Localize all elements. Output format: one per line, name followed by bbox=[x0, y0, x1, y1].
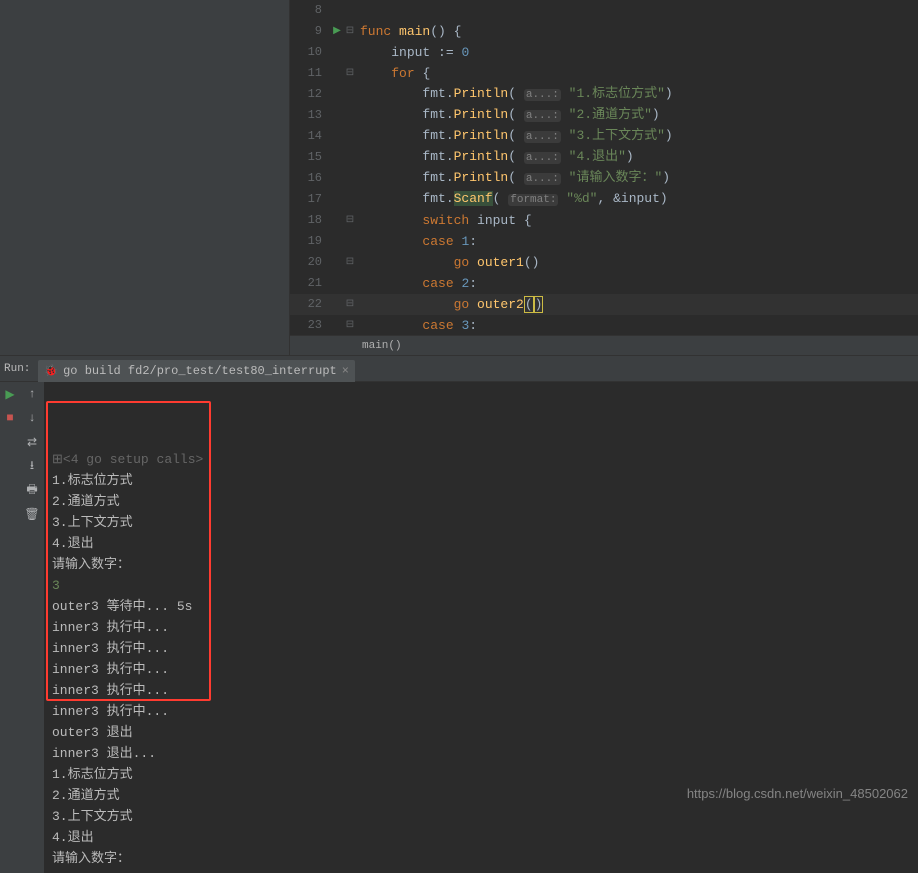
line-number[interactable]: 8 bbox=[290, 0, 330, 21]
console-line: inner3 退出... bbox=[52, 743, 910, 764]
code-line[interactable]: 12 fmt.Println( a...: "1.标志位方式") bbox=[290, 84, 918, 105]
line-number[interactable]: 17 bbox=[290, 189, 330, 210]
code-text[interactable]: fmt.Println( a...: "请输入数字：") bbox=[356, 167, 670, 190]
rerun-icon[interactable]: ▶ bbox=[2, 386, 18, 402]
line-number[interactable]: 9 bbox=[290, 21, 330, 42]
console-line: 1.标志位方式 bbox=[52, 764, 910, 785]
code-text[interactable]: fmt.Println( a...: "1.标志位方式") bbox=[356, 83, 673, 106]
close-icon[interactable]: × bbox=[342, 364, 349, 378]
console-line: inner3 执行中... bbox=[52, 680, 910, 701]
code-line[interactable]: 22 ⊟ go outer2() bbox=[290, 294, 918, 315]
trash-icon[interactable]: 🗑 bbox=[24, 506, 40, 522]
fold-icon[interactable]: ⊟ bbox=[344, 315, 356, 335]
code-line[interactable]: 23 ⊟ case 3: bbox=[290, 315, 918, 335]
breadcrumb[interactable]: main() bbox=[290, 335, 918, 355]
code-line[interactable]: 10 input := 0 bbox=[290, 42, 918, 63]
code-text[interactable]: case 1: bbox=[356, 231, 477, 252]
code-text[interactable]: fmt.Println( a...: "2.通道方式") bbox=[356, 104, 660, 127]
run-toolbar-right: ↑ ↓ ⇄ ⭳ 🖶 🗑 bbox=[20, 382, 44, 873]
code-line[interactable]: 9▶⊟func main() { bbox=[290, 21, 918, 42]
code-text[interactable]: go outer2() bbox=[356, 294, 543, 315]
wrap-icon[interactable]: ⇄ bbox=[24, 434, 40, 450]
console-line: 2.通道方式 bbox=[52, 491, 910, 512]
console-line: inner3 执行中... bbox=[52, 659, 910, 680]
code-text[interactable]: case 3: bbox=[356, 315, 477, 335]
console-line: outer3 等待中... 5s bbox=[52, 596, 910, 617]
console-line: inner3 执行中... bbox=[52, 701, 910, 722]
console-line: 请输入数字： bbox=[52, 848, 910, 869]
console-line: 3 bbox=[52, 575, 910, 596]
console-line: 1.标志位方式 bbox=[52, 470, 910, 491]
console-line: 请输入数字： bbox=[52, 554, 910, 575]
code-text[interactable]: fmt.Println( a...: "4.退出") bbox=[356, 146, 634, 169]
fold-icon[interactable]: ⊟ bbox=[344, 252, 356, 273]
editor-area: 89▶⊟func main() {10 input := 011⊟ for {1… bbox=[290, 0, 918, 355]
run-toolbar-left: ▶ ■ bbox=[0, 382, 20, 873]
up-icon[interactable]: ↑ bbox=[24, 386, 40, 402]
console-line: inner3 执行中... bbox=[52, 638, 910, 659]
code-line[interactable]: 17 fmt.Scanf( format: "%d", &input) bbox=[290, 189, 918, 210]
line-number[interactable]: 23 bbox=[290, 315, 330, 335]
line-number[interactable]: 14 bbox=[290, 126, 330, 147]
console-setup: <4 go setup calls> bbox=[63, 452, 203, 467]
code-text[interactable]: case 2: bbox=[356, 273, 477, 294]
fold-icon[interactable]: ⊟ bbox=[344, 210, 356, 231]
line-number[interactable]: 20 bbox=[290, 252, 330, 273]
code-line[interactable]: 14 fmt.Println( a...: "3.上下文方式") bbox=[290, 126, 918, 147]
run-panel: Run: go build fd2/pro_test/test80_interr… bbox=[0, 355, 918, 815]
console-line: 3.上下文方式 bbox=[52, 512, 910, 533]
watermark: https://blog.csdn.net/weixin_48502062 bbox=[687, 786, 908, 801]
line-number[interactable]: 16 bbox=[290, 168, 330, 189]
code-line[interactable]: 16 fmt.Println( a...: "请输入数字：") bbox=[290, 168, 918, 189]
code-text[interactable]: switch input { bbox=[356, 210, 532, 231]
code-text[interactable]: input := 0 bbox=[356, 42, 469, 63]
project-pane[interactable] bbox=[0, 0, 290, 355]
run-tab-label: go build fd2/pro_test/test80_interrupt bbox=[63, 364, 337, 378]
code-text[interactable]: go outer1() bbox=[356, 252, 539, 273]
code-text[interactable]: for { bbox=[356, 63, 430, 84]
fold-icon[interactable]: ⊟ bbox=[344, 21, 356, 42]
code-line[interactable]: 13 fmt.Println( a...: "2.通道方式") bbox=[290, 105, 918, 126]
code-line[interactable]: 19 case 1: bbox=[290, 231, 918, 252]
line-number[interactable]: 18 bbox=[290, 210, 330, 231]
console-line: 3.上下文方式 bbox=[52, 806, 910, 827]
code-line[interactable]: 21 case 2: bbox=[290, 273, 918, 294]
stop-icon[interactable]: ■ bbox=[2, 410, 18, 426]
code-line[interactable]: 11 ⊟ for { bbox=[290, 63, 918, 84]
top-split: 89▶⊟func main() {10 input := 011⊟ for {1… bbox=[0, 0, 918, 355]
code-line[interactable]: 18 ⊟ switch input { bbox=[290, 210, 918, 231]
down-icon[interactable]: ↓ bbox=[24, 410, 40, 426]
line-number[interactable]: 15 bbox=[290, 147, 330, 168]
console-line: inner3 执行中... bbox=[52, 617, 910, 638]
fold-icon[interactable]: ⊟ bbox=[344, 63, 356, 84]
line-number[interactable]: 22 bbox=[290, 294, 330, 315]
code-line[interactable]: 20 ⊟ go outer1() bbox=[290, 252, 918, 273]
scroll-icon[interactable]: ⭳ bbox=[24, 458, 40, 474]
code-text[interactable]: fmt.Println( a...: "3.上下文方式") bbox=[356, 125, 673, 148]
console-line: 4.退出 bbox=[52, 827, 910, 848]
line-number[interactable]: 19 bbox=[290, 231, 330, 252]
line-number[interactable]: 12 bbox=[290, 84, 330, 105]
bug-icon bbox=[44, 364, 58, 378]
line-number[interactable]: 13 bbox=[290, 105, 330, 126]
code-line[interactable]: 8 bbox=[290, 0, 918, 21]
console-line: 4.退出 bbox=[52, 533, 910, 554]
line-number[interactable]: 11 bbox=[290, 63, 330, 84]
run-label: Run: bbox=[0, 363, 38, 375]
code-text[interactable]: fmt.Scanf( format: "%d", &input) bbox=[356, 188, 668, 211]
console-line: outer3 退出 bbox=[52, 722, 910, 743]
line-number[interactable]: 10 bbox=[290, 42, 330, 63]
code-editor[interactable]: 89▶⊟func main() {10 input := 011⊟ for {1… bbox=[290, 0, 918, 335]
run-tab[interactable]: go build fd2/pro_test/test80_interrupt × bbox=[38, 360, 355, 382]
run-header: Run: go build fd2/pro_test/test80_interr… bbox=[0, 356, 918, 382]
fold-icon[interactable]: ⊟ bbox=[344, 294, 356, 315]
code-text[interactable]: func main() { bbox=[356, 21, 461, 42]
code-line[interactable]: 15 fmt.Println( a...: "4.退出") bbox=[290, 147, 918, 168]
print-icon[interactable]: 🖶 bbox=[24, 482, 40, 498]
run-gutter-icon[interactable]: ▶ bbox=[330, 21, 344, 42]
line-number[interactable]: 21 bbox=[290, 273, 330, 294]
